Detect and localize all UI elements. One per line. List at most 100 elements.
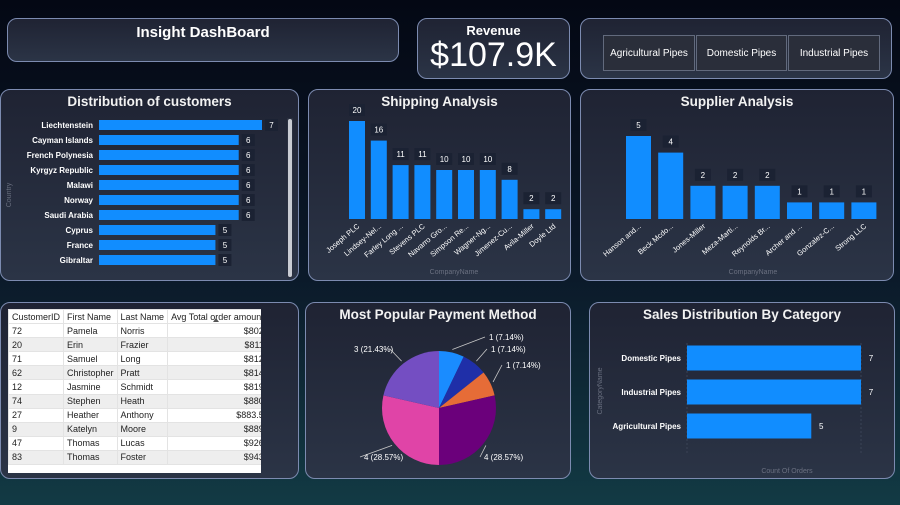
customers-scrollbar-thumb[interactable] [288, 119, 292, 277]
table-cell: $889 [167, 421, 261, 437]
customers-bar [99, 180, 239, 190]
table-cell: Heather [63, 407, 118, 423]
pie-slice-label: 1 (7.14%) [489, 333, 524, 342]
shipping-bar [458, 170, 474, 219]
table-row[interactable]: 9KatelynMoore$889 [8, 421, 261, 437]
table-row[interactable]: 83ThomasFoster$943 [8, 449, 261, 466]
supplier-bar [851, 202, 877, 219]
pie-slice-label: 1 (7.14%) [491, 345, 526, 354]
customers-value-label: 6 [246, 181, 251, 190]
supplier-value-label: 2 [733, 171, 738, 180]
customers-bar [99, 225, 216, 235]
column-header-first-name[interactable]: First Name [63, 309, 118, 325]
category-chart-panel: Sales Distribution By Category CategoryN… [589, 302, 895, 479]
table-cell: $802 [167, 323, 261, 339]
shipping-bar [392, 165, 409, 219]
table-cell: 83 [8, 449, 65, 466]
orders-table-panel: CustomerID First Name Last Name Avg Tota… [0, 302, 299, 479]
supplier-value-label: 1 [797, 187, 802, 196]
column-header-last-name[interactable]: Last Name [116, 309, 169, 325]
customers-category-label: Cayman Islands [32, 136, 93, 145]
customers-bar [99, 120, 262, 130]
column-header-customer-id[interactable]: CustomerID [8, 309, 65, 325]
supplier-chart-panel: Supplier Analysis CompanyName 5 Hanson an… [580, 89, 894, 281]
customers-category-label: France [67, 241, 94, 250]
category-bar [687, 413, 812, 439]
table-cell: Pamela [63, 323, 118, 339]
table-cell: 47 [8, 435, 65, 451]
supplier-bar [658, 152, 684, 219]
category-bar-chart: CategoryName Count Of Orders Domestic Pi… [597, 343, 874, 475]
table-cell: $880 [167, 393, 261, 409]
customers-value-label: 5 [223, 241, 228, 250]
category-slicer: Agricultural Pipes Domestic Pipes Indust… [580, 18, 892, 79]
table-cell: Samuel [63, 351, 118, 367]
table-row[interactable]: 72PamelaNorris$802 [8, 323, 261, 339]
supplier-category-label: Strong LLC [833, 221, 868, 253]
table-row[interactable]: 74StephenHeath$880 [8, 393, 261, 409]
customers-value-label: 6 [246, 196, 251, 205]
orders-table-container: CustomerID First Name Last Name Avg Tota… [8, 309, 261, 473]
pie-leader-line [476, 348, 488, 362]
category-value-label: 7 [869, 354, 874, 363]
supplier-x-axis-label: CompanyName [729, 269, 778, 276]
supplier-bar [690, 185, 716, 219]
table-row[interactable]: 20ErinFrazier$811 [8, 337, 261, 353]
dashboard-title: Insight DashBoard [136, 24, 270, 41]
customers-category-label: French Polynesia [27, 151, 94, 160]
table-cell: Schmidt [116, 379, 169, 395]
table-row[interactable]: 71SamuelLong$812 [8, 351, 261, 367]
table-cell: 62 [8, 365, 65, 381]
shipping-value-label: 10 [440, 155, 449, 164]
slicer-button-domestic[interactable]: Domestic Pipes [696, 35, 787, 71]
shipping-bar [370, 140, 387, 219]
slicer-button-industrial[interactable]: Industrial Pipes [788, 35, 880, 71]
shipping-value-label: 2 [551, 194, 556, 203]
table-cell: Heath [116, 393, 169, 409]
table-row[interactable]: 12JasmineSchmidt$819 [8, 379, 261, 395]
shipping-bar [349, 121, 365, 219]
shipping-bar [414, 165, 431, 219]
category-bar [687, 345, 861, 371]
customers-value-label: 6 [246, 211, 251, 220]
supplier-bar [819, 202, 845, 219]
table-cell: $812 [167, 351, 261, 367]
customers-category-label: Kyrgyz Republic [30, 166, 93, 175]
shipping-bar [523, 209, 540, 219]
shipping-bar [479, 170, 496, 219]
table-cell: 71 [8, 351, 65, 367]
customers-category-label: Norway [64, 196, 93, 205]
table-cell: Pratt [116, 365, 169, 381]
revenue-card: Revenue $107.9K [417, 18, 570, 79]
customers-value-label: 7 [269, 121, 274, 130]
table-cell: Foster [116, 449, 169, 466]
table-cell: 74 [8, 393, 65, 409]
customers-y-axis-label: Country [6, 182, 13, 207]
table-row[interactable]: 62ChristopherPratt$814 [8, 365, 261, 381]
slicer-button-agricultural[interactable]: Agricultural Pipes [603, 35, 695, 71]
customers-value-label: 6 [246, 166, 251, 175]
supplier-bar-chart: CompanyName 5 Hanson and... 4 Beck Mcdo... 2… [601, 119, 877, 276]
orders-table: CustomerID First Name Last Name Avg Tota… [8, 309, 261, 466]
customers-bar [99, 150, 239, 160]
table-row[interactable]: 47ThomasLucas$926 [8, 435, 261, 451]
shipping-value-label: 16 [374, 126, 383, 135]
sort-arrow-icon[interactable] [213, 318, 219, 322]
shipping-bar [501, 179, 518, 219]
supplier-bar [722, 185, 748, 219]
shipping-bar [545, 209, 562, 219]
customers-bar [99, 195, 239, 205]
customers-value-label: 6 [246, 136, 251, 145]
table-cell: Erin [63, 337, 118, 353]
customers-value-label: 6 [246, 151, 251, 160]
category-value-label: 7 [869, 388, 874, 397]
shipping-chart-panel: Shipping Analysis CompanyName 20 Joseph P… [308, 89, 571, 281]
customers-bar [99, 240, 216, 250]
revenue-value: $107.9K [430, 36, 557, 74]
customers-value-label: 5 [223, 226, 228, 235]
table-row[interactable]: 27HeatherAnthony$883.5 [8, 407, 261, 423]
category-y-axis-label: CategoryName [597, 367, 604, 414]
table-cell: 9 [8, 421, 65, 437]
customers-category-label: Gibraltar [60, 256, 93, 265]
table-cell: $819 [167, 379, 261, 395]
